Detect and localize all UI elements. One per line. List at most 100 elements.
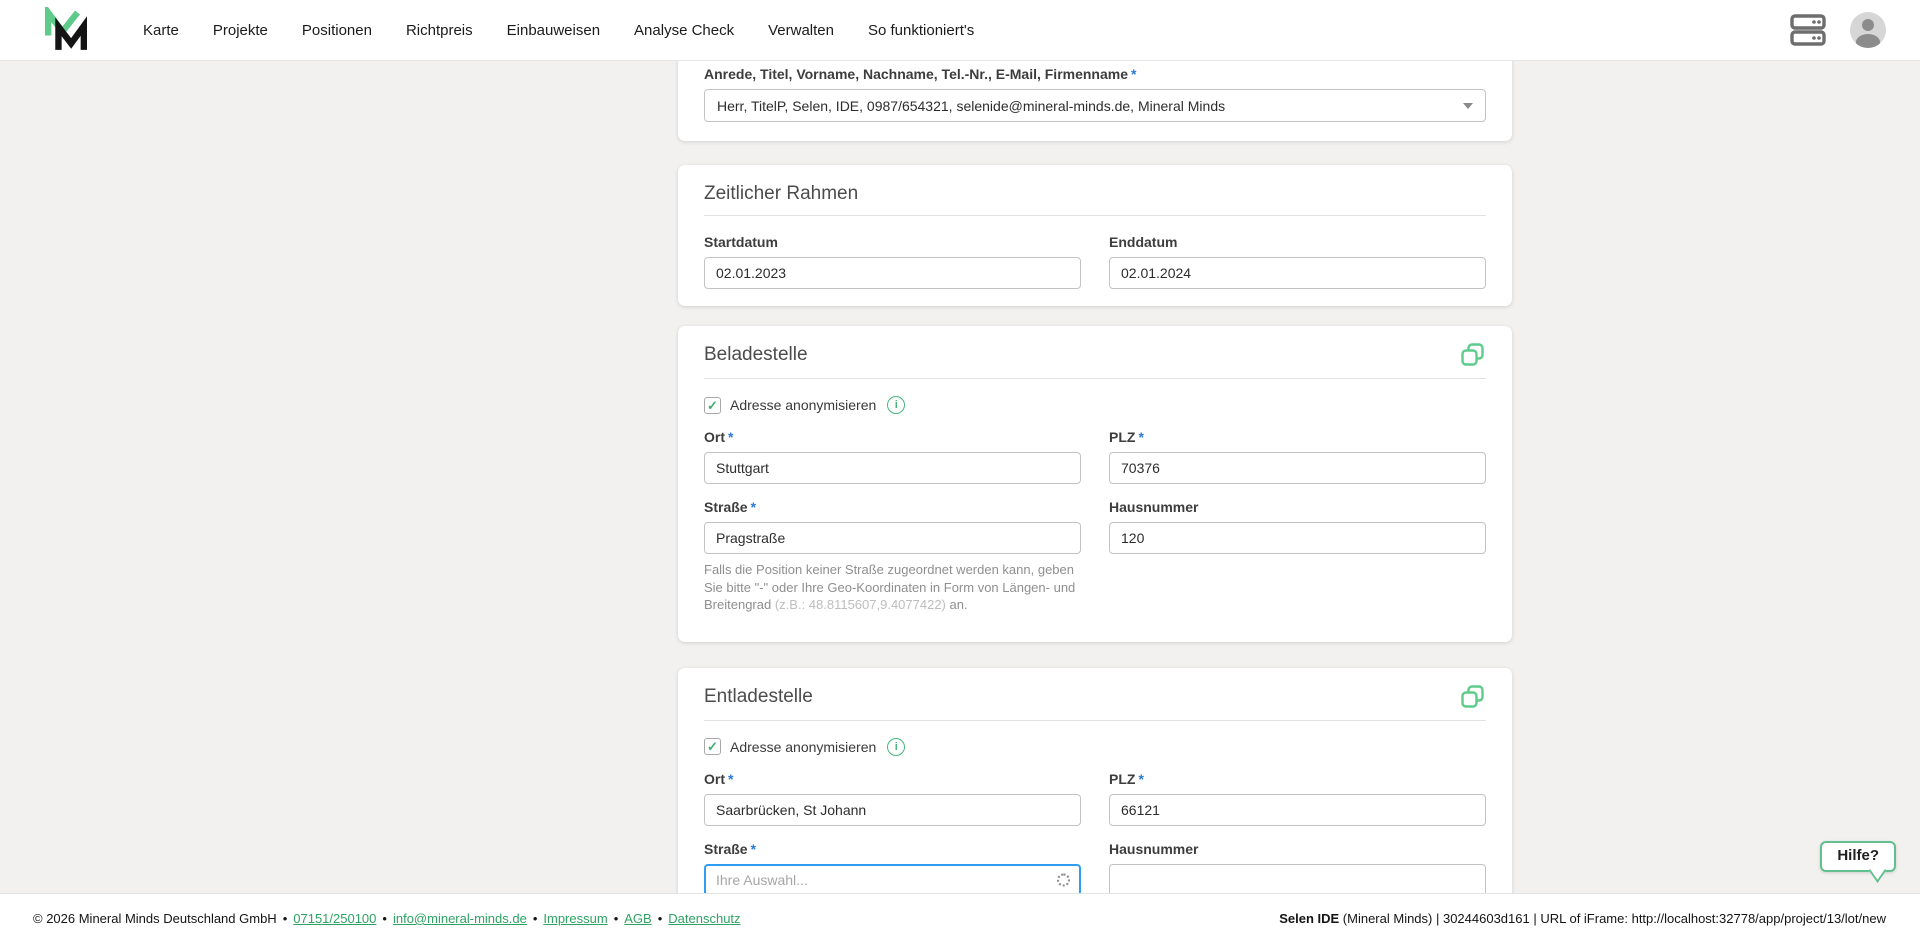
timeframe-card: Zeitlicher Rahmen Startdatum Enddatum <box>678 165 1512 306</box>
required-asterisk: * <box>728 429 733 445</box>
anonymize-checkbox[interactable]: ✓ <box>704 397 721 414</box>
loading-hausnummer-input[interactable] <box>1109 522 1486 554</box>
loading-ort-field: Ort* <box>704 429 1081 484</box>
copy-icon[interactable] <box>1460 684 1486 710</box>
anonymize-checkbox[interactable]: ✓ <box>704 738 721 755</box>
hint-example: (z.B.: 48.8115607,9.4077422) <box>775 597 946 612</box>
loading-location-card: Beladestelle ✓ Adresse anonymisieren i O… <box>678 326 1512 642</box>
nav-item-analyse-check[interactable]: Analyse Check <box>634 22 734 39</box>
footer-link-phone[interactable]: 07151/250100 <box>293 911 376 926</box>
server-icon[interactable] <box>1790 13 1826 47</box>
loading-strasse-field: Straße* <box>704 499 1081 554</box>
copy-icon[interactable] <box>1460 342 1486 368</box>
loading-anonymize-row: ✓ Adresse anonymisieren i <box>704 396 1486 414</box>
unloading-strasse-wrap <box>704 864 1081 893</box>
unloading-strasse-field: Straße* <box>704 841 1081 893</box>
contact-select[interactable]: Herr, TitelP, Selen, IDE, 0987/654321, s… <box>704 89 1486 122</box>
nav-item-verwalten[interactable]: Verwalten <box>768 22 834 39</box>
nav-item-projekte[interactable]: Projekte <box>213 22 268 39</box>
nav-item-richtpreis[interactable]: Richtpreis <box>406 22 473 39</box>
loading-plz-label: PLZ* <box>1109 429 1486 445</box>
unloading-title: Entladestelle <box>704 686 813 708</box>
footer-session-info: Selen IDE (Mineral Minds) | 30244603d161… <box>1279 911 1886 926</box>
unloading-strasse-input[interactable] <box>704 864 1081 893</box>
required-asterisk: * <box>1138 771 1143 787</box>
nav-item-positionen[interactable]: Positionen <box>302 22 372 39</box>
user-avatar[interactable] <box>1850 12 1886 48</box>
form-cards-column: Anrede, Titel, Vorname, Nachname, Tel.-N… <box>678 61 1512 893</box>
footer-link-datenschutz[interactable]: Datenschutz <box>668 911 740 926</box>
label-text: Ort <box>704 771 725 787</box>
header-icons <box>1790 12 1886 48</box>
separator: • <box>658 911 663 926</box>
enddatum-field: Enddatum <box>1109 234 1486 289</box>
anonymize-label: Adresse anonymisieren <box>730 397 876 413</box>
footer-link-email[interactable]: info@mineral-minds.de <box>393 911 527 926</box>
nav-item-karte[interactable]: Karte <box>143 22 179 39</box>
enddatum-label: Enddatum <box>1109 234 1486 250</box>
divider <box>704 215 1486 216</box>
startdatum-input[interactable] <box>704 257 1081 289</box>
loading-title: Beladestelle <box>704 344 808 366</box>
footer-link-impressum[interactable]: Impressum <box>543 911 607 926</box>
nav-item-so-funktionierts[interactable]: So funktioniert's <box>868 22 974 39</box>
loading-card-head: Beladestelle <box>704 344 1486 368</box>
loading-plz-field: PLZ* <box>1109 429 1486 484</box>
label-text: PLZ <box>1109 771 1135 787</box>
label-text: Straße <box>704 499 748 515</box>
loading-strasse-input[interactable] <box>704 522 1081 554</box>
top-navigation-bar: Karte Projekte Positionen Richtpreis Ein… <box>0 0 1920 61</box>
street-hint-text: Falls die Position keiner Straße zugeord… <box>704 561 1089 614</box>
avatar-head-shape <box>1862 19 1874 31</box>
loading-strasse-label: Straße* <box>704 499 1081 515</box>
loading-grid: Ort* PLZ* Straße* Hausnummer <box>704 429 1486 554</box>
unloading-plz-field: PLZ* <box>1109 771 1486 826</box>
startdatum-field: Startdatum <box>704 234 1081 289</box>
separator: • <box>533 911 538 926</box>
page-content: Anrede, Titel, Vorname, Nachname, Tel.-N… <box>0 61 1920 893</box>
loading-hausnummer-label: Hausnummer <box>1109 499 1486 515</box>
unloading-ort-input[interactable] <box>704 794 1081 826</box>
separator: • <box>283 911 288 926</box>
unloading-hausnummer-input[interactable] <box>1109 864 1486 893</box>
footer-left: © 2026 Mineral Minds Deutschland GmbH • … <box>33 911 741 926</box>
session-user: Selen IDE <box>1279 911 1339 926</box>
unloading-grid: Ort* PLZ* Straße* Hausnummer <box>704 771 1486 893</box>
loading-spinner-icon <box>1057 873 1070 886</box>
timeframe-grid: Startdatum Enddatum <box>704 234 1486 289</box>
info-icon[interactable]: i <box>887 396 905 414</box>
footer-link-agb[interactable]: AGB <box>624 911 651 926</box>
contact-select-value: Herr, TitelP, Selen, IDE, 0987/654321, s… <box>717 98 1225 114</box>
unloading-hausnummer-field: Hausnummer <box>1109 841 1486 893</box>
contact-field-label: Anrede, Titel, Vorname, Nachname, Tel.-N… <box>704 66 1486 82</box>
dropdown-caret-icon <box>1463 103 1473 109</box>
loading-plz-input[interactable] <box>1109 452 1486 484</box>
unloading-ort-label: Ort* <box>704 771 1081 787</box>
copyright-text: © 2026 Mineral Minds Deutschland GmbH <box>33 911 277 926</box>
startdatum-label: Startdatum <box>704 234 1081 250</box>
label-text: PLZ <box>1109 429 1135 445</box>
mineral-minds-logo-icon[interactable] <box>40 7 88 53</box>
footer: © 2026 Mineral Minds Deutschland GmbH • … <box>0 893 1920 943</box>
loading-hausnummer-field: Hausnummer <box>1109 499 1486 554</box>
unloading-plz-input[interactable] <box>1109 794 1486 826</box>
session-details: (Mineral Minds) | 30244603d161 | URL of … <box>1339 911 1886 926</box>
unloading-anonymize-row: ✓ Adresse anonymisieren i <box>704 738 1486 756</box>
unloading-card-head: Entladestelle <box>704 686 1486 710</box>
main-nav: Karte Projekte Positionen Richtpreis Ein… <box>143 22 974 39</box>
help-button[interactable]: Hilfe? <box>1820 841 1896 872</box>
unloading-ort-field: Ort* <box>704 771 1081 826</box>
anonymize-label: Adresse anonymisieren <box>730 739 876 755</box>
timeframe-title: Zeitlicher Rahmen <box>704 183 1486 205</box>
contact-card: Anrede, Titel, Vorname, Nachname, Tel.-N… <box>678 61 1512 141</box>
hint-part: an. <box>946 597 968 612</box>
nav-item-einbauweisen[interactable]: Einbauweisen <box>507 22 600 39</box>
info-icon[interactable]: i <box>887 738 905 756</box>
separator: • <box>382 911 387 926</box>
divider <box>704 720 1486 721</box>
contact-label-text: Anrede, Titel, Vorname, Nachname, Tel.-N… <box>704 66 1128 82</box>
unloading-strasse-label: Straße* <box>704 841 1081 857</box>
enddatum-input[interactable] <box>1109 257 1486 289</box>
required-asterisk: * <box>751 841 756 857</box>
loading-ort-input[interactable] <box>704 452 1081 484</box>
